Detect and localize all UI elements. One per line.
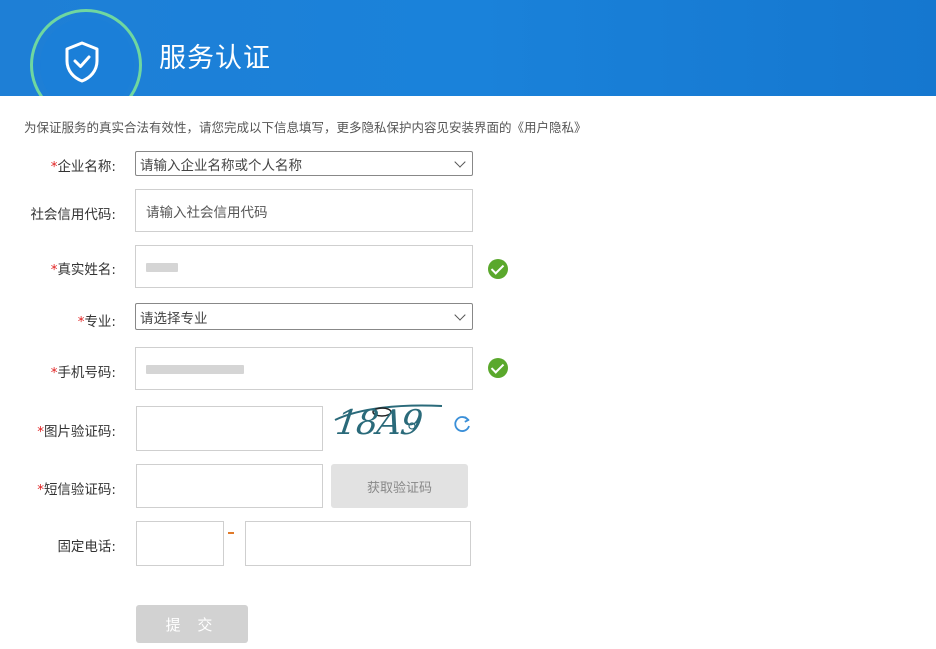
image-captcha-label: *图片验证码: [37, 424, 116, 440]
check-circle-icon [488, 358, 508, 378]
sms-code-input[interactable] [136, 464, 323, 508]
privacy-notice: 为保证服务的真实合法有效性，请您完成以下信息填写，更多隐私保护内容见安装界面的《… [24, 120, 587, 135]
get-sms-code-button[interactable]: 获取验证码 [331, 464, 468, 508]
chevron-down-icon [454, 308, 466, 321]
major-label: *专业: [77, 314, 116, 330]
phone-label: *手机号码: [50, 365, 116, 381]
image-captcha-input[interactable] [136, 406, 323, 451]
captcha-text: 18A9 [333, 403, 425, 443]
landline-number-input[interactable] [245, 521, 471, 566]
company-label: *企业名称: [50, 159, 116, 175]
required-mark: * [37, 482, 44, 498]
shield-check-icon [65, 41, 99, 83]
phone-input[interactable] [135, 347, 473, 390]
submit-button[interactable]: 提 交 [136, 605, 248, 643]
credit-code-placeholder: 请输入社会信用代码 [146, 204, 268, 221]
masked-value [146, 365, 244, 374]
page-header: 服务认证 [0, 0, 936, 96]
major-select-value: 请选择专业 [140, 310, 208, 327]
credit-code-label: 社会信用代码: [30, 207, 116, 223]
company-select[interactable]: 请输入企业名称或个人名称 [135, 151, 473, 176]
real-name-input[interactable] [135, 245, 473, 288]
major-select[interactable]: 请选择专业 [135, 303, 473, 330]
refresh-icon[interactable] [452, 414, 472, 434]
required-mark: * [37, 424, 44, 440]
area-code-input[interactable] [136, 521, 224, 566]
landline-separator [228, 532, 234, 534]
company-select-value: 请输入企业名称或个人名称 [140, 157, 302, 174]
credit-code-input[interactable]: 请输入社会信用代码 [135, 189, 473, 232]
chevron-down-icon [454, 155, 466, 168]
real-name-label: *真实姓名: [50, 262, 116, 278]
page-title: 服务认证 [159, 43, 271, 74]
sms-code-label: *短信验证码: [37, 482, 116, 498]
landline-label: 固定电话: [57, 539, 116, 555]
masked-value [146, 263, 178, 272]
check-circle-icon [488, 259, 508, 279]
